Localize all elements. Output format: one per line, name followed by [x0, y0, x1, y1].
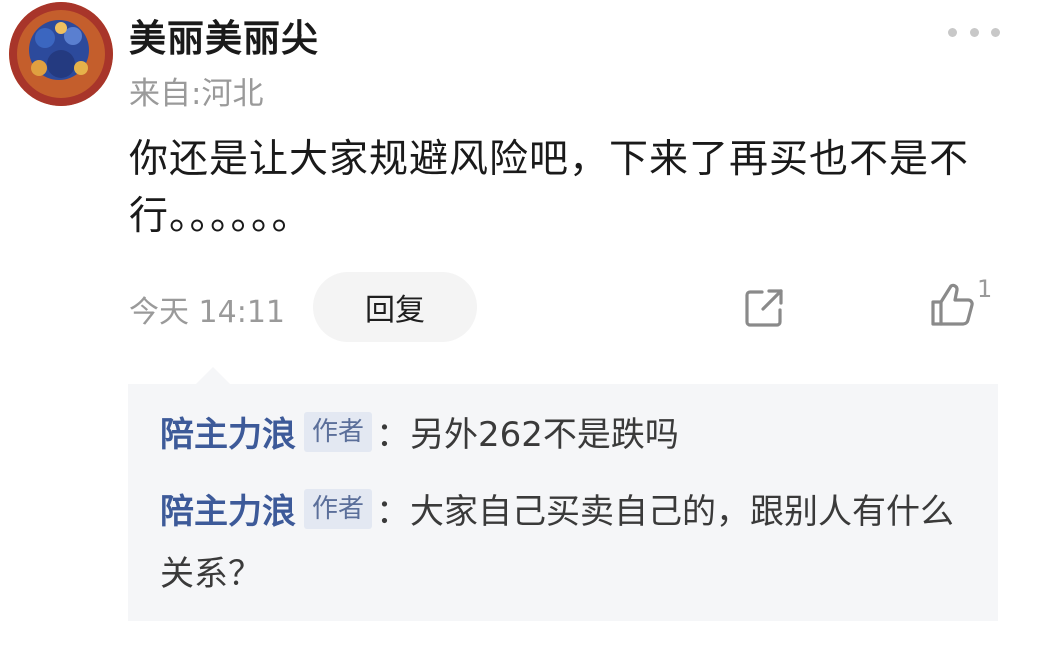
author-badge: 作者	[304, 489, 373, 529]
reply-author-name[interactable]: 陪主力浪	[160, 415, 296, 455]
comment-time: 今天 14:11	[129, 295, 285, 330]
reply-item[interactable]: 陪主力浪 作者 ：另外262不是跌吗	[160, 404, 980, 466]
author-badge: 作者	[304, 412, 373, 452]
thumbs-up-icon[interactable]	[926, 280, 978, 332]
reply-item[interactable]: 陪主力浪 作者 ：大家自己买卖自己的，跟别人有什么关系？	[160, 481, 980, 605]
reply-button[interactable]: 回复	[313, 272, 477, 342]
more-dots-icon[interactable]	[948, 22, 1000, 42]
avatar-image	[9, 2, 113, 106]
comment-content: 你还是让大家规避风险吧，下来了再买也不是不行。。。。。。	[129, 137, 970, 239]
more-dot	[991, 27, 1000, 37]
more-dot	[948, 27, 957, 37]
like-count: 1	[977, 275, 993, 303]
avatar[interactable]	[9, 2, 113, 106]
reply-text: ：另外262不是跌吗	[376, 415, 679, 455]
comment-username[interactable]: 美丽美丽尖	[129, 8, 319, 62]
comment-location: 来自:河北	[129, 76, 264, 112]
more-dot	[969, 27, 979, 37]
reply-author-name[interactable]: 陪主力浪	[160, 492, 296, 532]
share-icon[interactable]	[740, 284, 788, 332]
